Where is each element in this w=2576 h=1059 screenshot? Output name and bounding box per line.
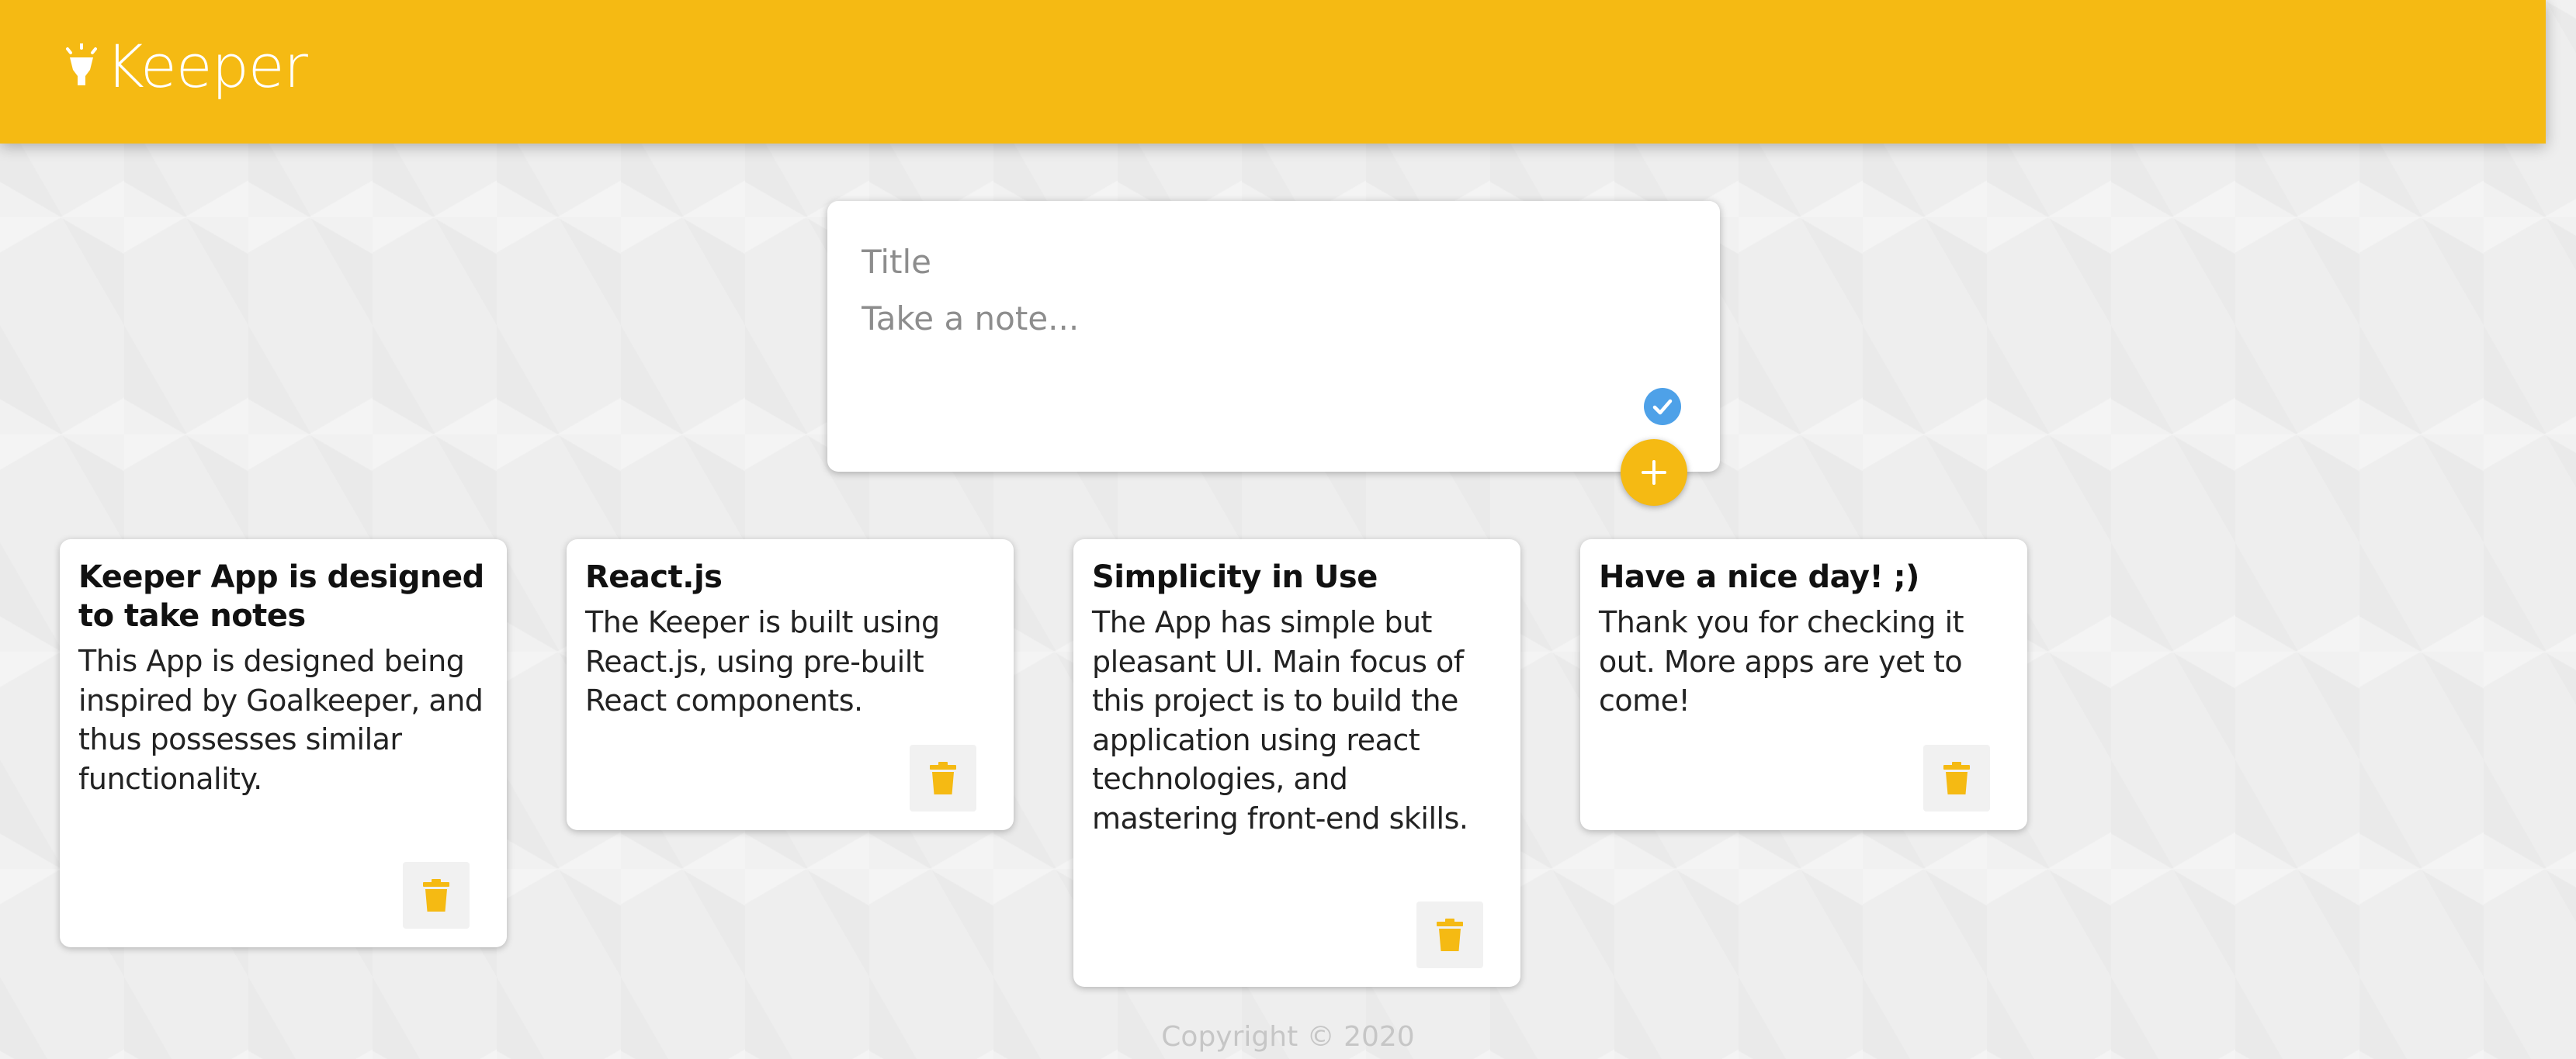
note-content: The App has simple but pleasant UI. Main…	[1092, 605, 1468, 836]
delete-note-button[interactable]	[910, 745, 976, 812]
note-title: Keeper App is designed to take notes	[78, 559, 484, 634]
trash-icon	[1943, 762, 1970, 794]
note-title-input[interactable]	[862, 238, 1669, 285]
note-title: Simplicity in Use	[1092, 559, 1378, 595]
trash-icon	[1437, 919, 1463, 951]
note-title: Have a nice day! ;)	[1599, 559, 1919, 595]
trash-icon	[423, 879, 449, 912]
trash-icon	[930, 762, 956, 794]
delete-note-button[interactable]	[403, 862, 470, 929]
note-content: Thank you for checking it out. More apps…	[1599, 605, 1964, 718]
note-content: This App is designed being inspired by G…	[78, 644, 484, 796]
delete-note-button[interactable]	[1923, 745, 1990, 812]
delete-note-button[interactable]	[1416, 902, 1483, 968]
plus-icon	[1642, 460, 1666, 485]
note-card: Simplicity in Use The App has simple but…	[1073, 539, 1520, 987]
footer-copyright: Copyright © 2020	[1161, 1021, 1415, 1053]
note-card: Have a nice day! ;) Thank you for checki…	[1580, 539, 2027, 830]
create-note-form	[827, 201, 1720, 472]
app-brand[interactable]: Keeper	[64, 32, 308, 101]
check-circle-icon	[1644, 388, 1681, 425]
note-content: The Keeper is built using React.js, usin…	[585, 605, 940, 718]
note-card: React.js The Keeper is built using React…	[567, 539, 1014, 830]
add-note-button[interactable]	[1621, 439, 1687, 506]
lightbulb-highlight-icon	[66, 43, 97, 85]
note-content-textarea[interactable]	[862, 298, 1669, 391]
app-title: Keeper	[106, 32, 308, 101]
app-header: Keeper	[0, 0, 2546, 144]
note-title: React.js	[585, 559, 723, 595]
note-card: Keeper App is designed to take notes Thi…	[60, 539, 507, 947]
